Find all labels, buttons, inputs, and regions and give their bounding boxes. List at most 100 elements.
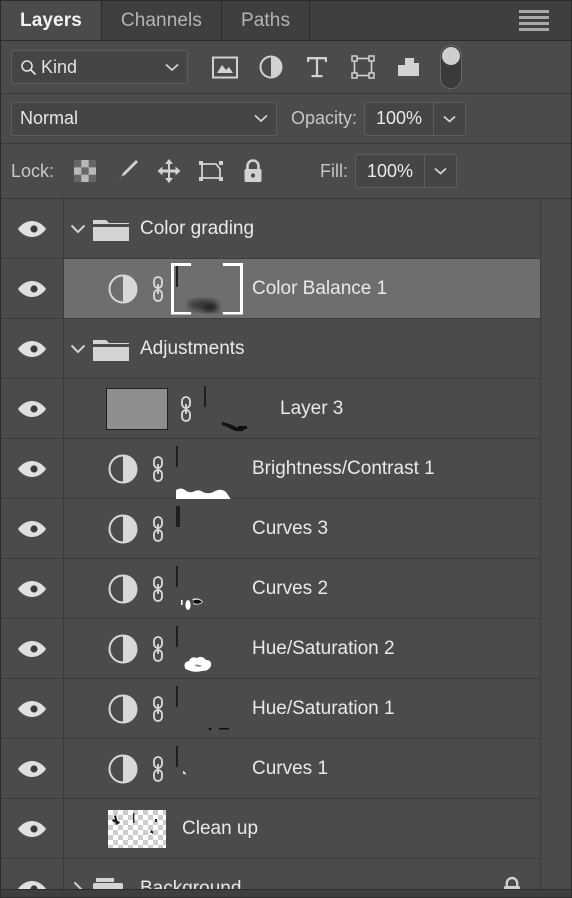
adjustment-half-circle-icon[interactable]: [106, 634, 140, 664]
filter-shape-layers-icon[interactable]: [340, 46, 386, 88]
link-mask-icon[interactable]: [146, 695, 170, 723]
layer-row-body[interactable]: Color Balance 1: [64, 259, 571, 343]
eye-visibility-icon[interactable]: [1, 679, 64, 738]
layer-row-body[interactable]: Hue/Saturation 2: [64, 619, 571, 703]
layer-row-body[interactable]: Background: [64, 859, 571, 889]
lock-transparent-pixels-icon[interactable]: [64, 151, 106, 191]
layer-row[interactable]: Hue/Saturation 1: [1, 679, 571, 763]
layer-row-body[interactable]: Curves 3: [64, 499, 571, 558]
opacity-label: Opacity:: [291, 108, 358, 128]
layer-row[interactable]: Curves 1: [1, 739, 571, 823]
eye-visibility-icon[interactable]: [1, 319, 64, 378]
layer-name: Hue/Saturation 1: [252, 697, 395, 719]
filter-smart-objects-icon[interactable]: [386, 46, 432, 88]
filter-kind-select[interactable]: Kind: [11, 50, 188, 84]
chevron-right-icon[interactable]: [64, 881, 92, 889]
adjustment-half-circle-icon[interactable]: [106, 754, 140, 784]
layer-row[interactable]: Background: [1, 859, 571, 889]
link-mask-icon[interactable]: [146, 275, 170, 303]
eye-visibility-icon[interactable]: [1, 199, 64, 258]
layer-row[interactable]: Color grading: [1, 199, 571, 259]
layer-row[interactable]: Curves 3: [1, 499, 571, 559]
adjustment-half-circle-icon[interactable]: [106, 694, 140, 724]
blend-mode-row: Normal Opacity: 100%: [1, 94, 571, 144]
layer-row[interactable]: Layer 3: [1, 379, 571, 463]
eye-visibility-icon[interactable]: [1, 559, 64, 618]
panel-tab-bar: Layers Channels Paths: [1, 1, 571, 41]
lock-all-icon[interactable]: [232, 151, 274, 191]
adjustment-half-circle-icon[interactable]: [106, 574, 140, 604]
layer-name: Background: [140, 877, 242, 890]
layer-mask-thumbnail[interactable]: [176, 505, 238, 550]
layer-thumbnail[interactable]: [106, 807, 168, 850]
layer-row[interactable]: Clean up: [1, 799, 571, 859]
eye-visibility-icon[interactable]: [1, 859, 64, 889]
opacity-field[interactable]: 100%: [364, 101, 467, 136]
lock-position-icon[interactable]: [148, 151, 190, 191]
layer-mask-thumbnail[interactable]: [204, 385, 266, 463]
layer-row[interactable]: Hue/Saturation 2: [1, 619, 571, 703]
layer-row[interactable]: Curves 2: [1, 559, 571, 643]
layer-mask-thumbnail[interactable]: [176, 445, 238, 523]
eye-visibility-icon[interactable]: [1, 439, 64, 498]
layer-row[interactable]: Adjustments: [1, 319, 571, 379]
eye-visibility-icon[interactable]: [1, 739, 64, 798]
link-mask-icon[interactable]: [146, 575, 170, 603]
layer-mask-thumbnail[interactable]: [176, 265, 238, 343]
link-mask-icon[interactable]: [146, 755, 170, 783]
opacity-value[interactable]: 100%: [365, 103, 433, 135]
eye-visibility-icon[interactable]: [1, 259, 64, 318]
adjustment-half-circle-icon[interactable]: [106, 454, 140, 484]
link-mask-icon[interactable]: [146, 515, 170, 543]
layer-name: Brightness/Contrast 1: [252, 457, 435, 479]
layer-name: Curves 3: [252, 517, 329, 539]
eye-visibility-icon[interactable]: [1, 619, 64, 678]
layer-row[interactable]: Color Balance 1: [1, 259, 571, 343]
opacity-stepper-chevron-down-icon[interactable]: [433, 102, 465, 135]
adjustment-half-circle-icon[interactable]: [106, 514, 140, 544]
filter-pixel-layers-icon[interactable]: [202, 46, 248, 88]
layer-row-body[interactable]: Hue/Saturation 1: [64, 679, 571, 763]
eye-visibility-icon[interactable]: [1, 499, 64, 558]
layer-row-body[interactable]: Color grading: [64, 199, 571, 258]
filter-type-layers-icon[interactable]: [294, 46, 340, 88]
layer-mask-thumbnail[interactable]: [176, 625, 238, 703]
link-mask-icon[interactable]: [146, 455, 170, 483]
eye-visibility-icon[interactable]: [1, 799, 64, 858]
link-mask-icon[interactable]: [146, 635, 170, 663]
layer-row-body[interactable]: Adjustments: [64, 319, 571, 378]
layer-row-body[interactable]: Curves 2: [64, 559, 571, 643]
layer-row[interactable]: Brightness/Contrast 1: [1, 439, 571, 523]
layer-list-scrollbar[interactable]: [540, 199, 571, 889]
layer-row-body[interactable]: Layer 3: [64, 379, 571, 463]
layer-row-body[interactable]: Curves 1: [64, 739, 571, 823]
link-mask-icon[interactable]: [174, 395, 198, 423]
lock-artboard-nesting-icon[interactable]: [190, 151, 232, 191]
fill-field[interactable]: 100%: [355, 154, 458, 188]
fill-stepper-chevron-down-icon[interactable]: [424, 155, 456, 187]
layer-list[interactable]: Color grading Color Balance 1 Adjustment…: [1, 199, 571, 889]
adjustment-half-circle-icon[interactable]: [106, 274, 140, 304]
layer-thumbnail[interactable]: [106, 387, 168, 430]
tab-channels[interactable]: Channels: [102, 1, 222, 40]
layer-name: Layer 3: [280, 397, 344, 419]
lock-image-pixels-icon[interactable]: [106, 151, 148, 191]
layers-panel: Layers Channels Paths Kind Normal Opacit…: [0, 0, 572, 898]
layer-mask-thumbnail[interactable]: [176, 565, 238, 643]
layer-row-body[interactable]: Clean up: [64, 799, 571, 858]
filter-type-icons: [202, 45, 462, 89]
fill-value[interactable]: 100%: [356, 155, 424, 187]
chevron-down-icon[interactable]: [64, 224, 92, 234]
filter-enable-toggle[interactable]: [440, 45, 462, 89]
tab-paths[interactable]: Paths: [222, 1, 311, 40]
layer-mask-thumbnail[interactable]: [176, 685, 238, 763]
layer-row-body[interactable]: Brightness/Contrast 1: [64, 439, 571, 523]
hamburger-menu-icon[interactable]: [519, 1, 563, 40]
eye-visibility-icon[interactable]: [1, 379, 64, 438]
tab-layers[interactable]: Layers: [1, 1, 102, 40]
chevron-down-icon: [254, 114, 268, 123]
filter-adjustment-layers-icon[interactable]: [248, 46, 294, 88]
blend-mode-select[interactable]: Normal: [11, 101, 277, 136]
chevron-down-icon[interactable]: [64, 344, 92, 354]
layer-mask-thumbnail[interactable]: [176, 745, 238, 823]
